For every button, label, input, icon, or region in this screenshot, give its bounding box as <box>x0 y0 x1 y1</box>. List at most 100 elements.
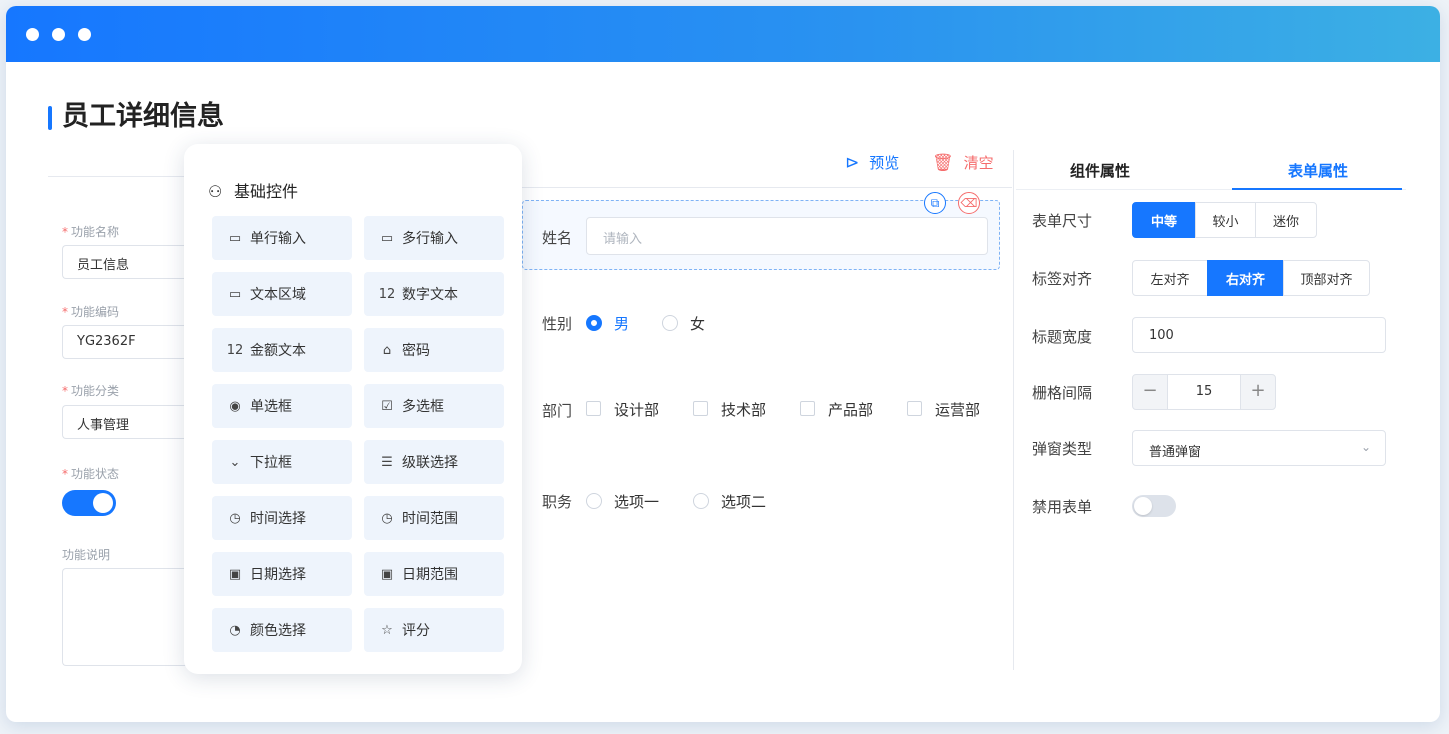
palette-item-label: 多选框 <box>402 399 444 415</box>
palette-item[interactable]: ◷ 时间范围 <box>364 496 504 540</box>
palette-item[interactable]: ▭ 多行输入 <box>364 216 504 260</box>
preview-button[interactable]: ⊳ 预览 <box>845 152 899 173</box>
label-align-right[interactable]: 右对齐 <box>1207 260 1284 296</box>
gender-label: 性别 <box>542 315 573 333</box>
number-text-icon: 12 <box>378 286 396 302</box>
form-size-medium[interactable]: 中等 <box>1132 202 1196 238</box>
label-align-left[interactable]: 左对齐 <box>1132 260 1208 296</box>
name-label: 姓名 <box>542 229 573 247</box>
dept-checkbox-product[interactable] <box>800 401 815 416</box>
palette-item-label: 日期选择 <box>250 567 306 583</box>
text-area-icon: ▭ <box>228 286 242 302</box>
plus-icon[interactable]: + <box>1240 374 1276 410</box>
play-circle-icon: ⊳ <box>845 152 860 173</box>
palette-item[interactable]: ◉ 单选框 <box>212 384 352 428</box>
dept-checkbox-tech[interactable] <box>693 401 708 416</box>
minus-icon[interactable]: − <box>1132 374 1168 410</box>
label-align-top[interactable]: 顶部对齐 <box>1283 260 1370 296</box>
title-width-input[interactable]: 100 <box>1132 317 1386 353</box>
palette-item-label: 时间选择 <box>250 511 306 527</box>
palette-item-label: 单行输入 <box>250 231 306 247</box>
dept-checkbox-ops[interactable] <box>907 401 922 416</box>
dept-option-ops: 运营部 <box>935 401 981 419</box>
time-range-icon: ◷ <box>381 510 393 526</box>
label-align-label: 标签对齐 <box>1032 270 1093 288</box>
palette-item[interactable]: ⌄ 下拉框 <box>212 440 352 484</box>
palette-item[interactable]: ▭ 文本区域 <box>212 272 352 316</box>
palette-item-label: 颜色选择 <box>250 623 306 639</box>
copy-icon[interactable]: ⧉ <box>924 192 946 214</box>
calendar-icon: ▣ <box>228 566 242 582</box>
checkbox-icon: ☑ <box>381 398 393 414</box>
delete-icon[interactable]: ⌫ <box>958 192 980 214</box>
palette-item[interactable]: ▣ 日期范围 <box>364 552 504 596</box>
palette-item[interactable]: ☰ 级联选择 <box>364 440 504 484</box>
puzzle-icon: ⚇ <box>208 182 223 201</box>
palette-item[interactable]: ◷ 时间选择 <box>212 496 352 540</box>
window-dot-icon[interactable] <box>78 28 91 41</box>
dept-option-tech: 技术部 <box>721 401 767 419</box>
dept-option-product: 产品部 <box>828 401 874 419</box>
post-radio-2[interactable] <box>693 493 709 509</box>
func-name-input[interactable]: 员工信息 <box>62 245 192 279</box>
dept-option-design: 设计部 <box>614 401 660 419</box>
palette-item[interactable]: ☑ 多选框 <box>364 384 504 428</box>
tab-form-props[interactable]: 表单属性 <box>1288 160 1348 181</box>
palette-item[interactable]: ▣ 日期选择 <box>212 552 352 596</box>
palette-item-label: 时间范围 <box>402 511 458 527</box>
field-label-func-status: * 功能状态 <box>62 467 120 481</box>
grid-gap-label: 栅格间隔 <box>1032 384 1093 402</box>
func-category-select[interactable]: 人事管理 <box>62 405 192 439</box>
palette-item-label: 级联选择 <box>402 455 458 471</box>
gender-option-female: 女 <box>690 315 706 333</box>
tab-active-indicator <box>1232 188 1402 190</box>
form-size-small[interactable]: 较小 <box>1195 202 1256 238</box>
chevron-down-icon: ⌄ <box>1360 440 1371 454</box>
window-dot-icon[interactable] <box>52 28 65 41</box>
grid-gap-value[interactable]: 15 <box>1168 374 1240 410</box>
cascade-icon: ☰ <box>381 454 393 470</box>
palette-item-label: 评分 <box>402 623 430 639</box>
multi-line-input-icon: ▭ <box>380 230 394 246</box>
func-desc-textarea[interactable] <box>62 568 192 666</box>
palette-item[interactable]: ⌂ 密码 <box>364 328 504 372</box>
func-code-input[interactable]: YG2362F <box>62 325 192 359</box>
window-titlebar <box>6 6 1440 62</box>
palette-item[interactable]: 12 数字文本 <box>364 272 504 316</box>
form-size-mini[interactable]: 迷你 <box>1255 202 1317 238</box>
form-size-label: 表单尺寸 <box>1032 212 1093 230</box>
palette-item[interactable]: 12 金额文本 <box>212 328 352 372</box>
post-radio-1[interactable] <box>586 493 602 509</box>
window-dot-icon[interactable] <box>26 28 39 41</box>
field-label-func-category: * 功能分类 <box>62 384 120 398</box>
field-label-func-code: * 功能编码 <box>62 305 120 319</box>
trash-icon: 🗑 <box>932 152 954 173</box>
palette-item-label: 单选框 <box>250 399 292 415</box>
gender-radio-male[interactable] <box>586 315 602 331</box>
gender-radio-female[interactable] <box>662 315 678 331</box>
page-title: 员工详细信息 <box>48 100 224 134</box>
divider <box>48 176 198 177</box>
clear-button[interactable]: 🗑 清空 <box>932 152 994 173</box>
palette-title: ⚇ 基础控件 <box>208 182 299 201</box>
post-option-2: 选项二 <box>721 493 767 511</box>
dept-checkbox-design[interactable] <box>586 401 601 416</box>
palette-item[interactable]: ◔ 颜色选择 <box>212 608 352 652</box>
disable-form-toggle[interactable] <box>1132 495 1176 517</box>
color-picker-icon: ◔ <box>229 622 241 638</box>
control-palette: ⚇ 基础控件 ▭ 单行输入 ▭ 多行输入 ▭ 文本区域 12 数字文本 12 金额文本 ⌂ 密码 ◉ 单选框… <box>184 144 522 674</box>
post-option-1: 选项一 <box>614 493 660 511</box>
palette-item[interactable]: ▭ 单行输入 <box>212 216 352 260</box>
palette-item[interactable]: ☆ 评分 <box>364 608 504 652</box>
radio-icon: ◉ <box>229 398 241 414</box>
toggle-knob <box>93 493 113 513</box>
palette-item-label: 金额文本 <box>250 343 306 359</box>
name-input[interactable]: 请输入 <box>586 217 988 255</box>
func-status-toggle[interactable] <box>62 490 116 516</box>
star-icon: ☆ <box>381 622 393 638</box>
tab-component-props[interactable]: 组件属性 <box>1070 160 1130 181</box>
disable-form-label: 禁用表单 <box>1032 498 1093 516</box>
dept-label: 部门 <box>542 402 573 420</box>
gender-option-male: 男 <box>614 315 630 333</box>
dialog-type-select[interactable]: 普通弹窗 ⌄ <box>1132 430 1386 466</box>
